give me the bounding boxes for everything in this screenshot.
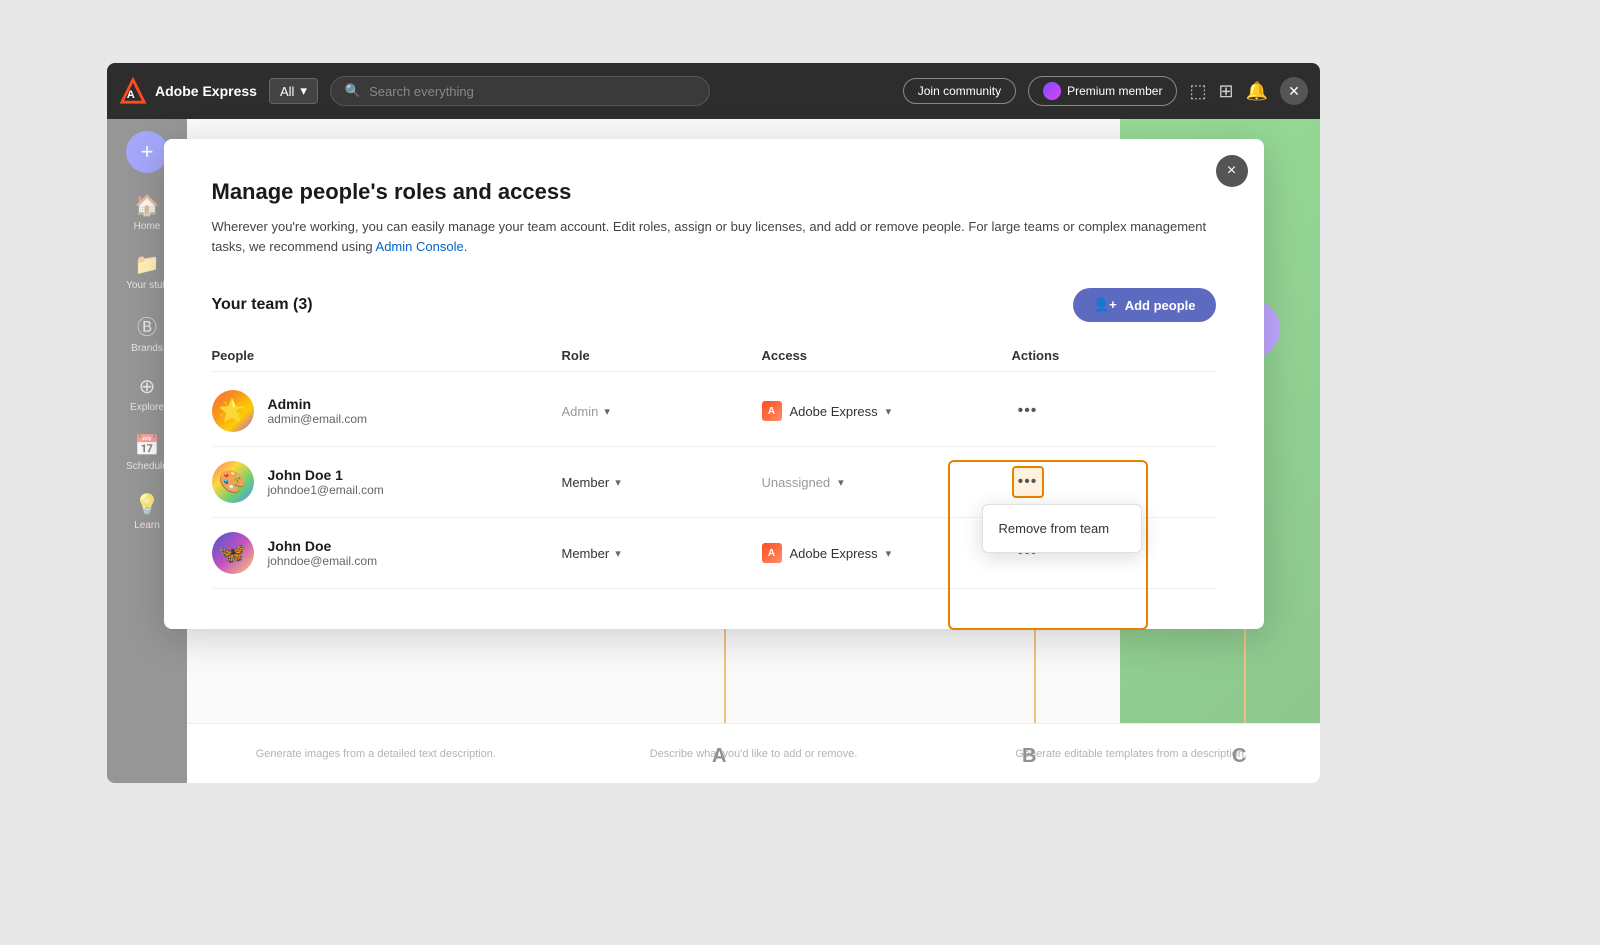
table-header: People Role Access Actions	[212, 342, 1216, 372]
more-options-button[interactable]: •••	[1012, 395, 1044, 427]
role-cell-admin: Admin ▾	[562, 404, 762, 419]
modal-description: Wherever you're working, you can easily …	[212, 217, 1216, 256]
adobe-logo-icon: A	[119, 77, 147, 105]
chevron-down-icon[interactable]: ▾	[615, 547, 621, 560]
chevron-down-icon[interactable]: ▾	[604, 405, 610, 418]
person-name: John Doe	[268, 538, 378, 554]
person-email: johndoe@email.com	[268, 554, 378, 568]
header-right: Join community Premium member ⬚ ⊞ 🔔 ✕	[903, 76, 1308, 106]
team-header: Your team (3) 👤+ Add people	[212, 288, 1216, 322]
unassigned-text: Unassigned	[762, 475, 831, 490]
person-cell-john-doe: 🦋 John Doe johndoe@email.com	[212, 532, 562, 574]
modal-overlay: × Manage people's roles and access Where…	[107, 119, 1320, 783]
table-row: 🎨 John Doe 1 johndoe1@email.com Member ▾…	[212, 447, 1216, 518]
cast-icon[interactable]: ⬚	[1189, 81, 1206, 102]
add-people-button[interactable]: 👤+ Add people	[1073, 288, 1216, 322]
more-options-button[interactable]: •••	[1012, 466, 1044, 498]
role-text: Member	[562, 475, 610, 490]
filter-dropdown[interactable]: All ▾	[269, 78, 318, 104]
search-bar[interactable]: 🔍 Search everything	[330, 76, 710, 106]
access-cell-john-doe-1: Unassigned ▾	[762, 475, 1012, 490]
access-cell-admin: A Adobe Express ▾	[762, 401, 1012, 421]
avatar: 🎨	[212, 461, 254, 503]
notifications-icon[interactable]: 🔔	[1246, 81, 1268, 102]
person-info-john-doe-1: John Doe 1 johndoe1@email.com	[268, 467, 384, 497]
avatar: 🦋	[212, 532, 254, 574]
app-header: A Adobe Express All ▾ 🔍 Search everythin…	[107, 63, 1320, 119]
close-x: ✕	[1288, 83, 1300, 100]
chevron-down-icon: ▾	[300, 83, 307, 99]
app-logo: A Adobe Express	[119, 77, 257, 105]
person-info-john-doe: John Doe johndoe@email.com	[268, 538, 378, 568]
premium-member-button[interactable]: Premium member	[1028, 76, 1177, 106]
role-cell-john-doe-1: Member ▾	[562, 475, 762, 490]
col-actions: Actions	[1012, 348, 1132, 363]
person-email: admin@email.com	[268, 412, 368, 426]
table-row: 🌟 Admin admin@email.com Admin ▾ A Adobe …	[212, 376, 1216, 447]
adobe-express-logo-icon: A	[762, 401, 782, 421]
join-community-button[interactable]: Join community	[903, 78, 1016, 104]
close-x-icon: ×	[1227, 162, 1236, 180]
search-icon: 🔍	[345, 83, 361, 99]
adobe-express-logo-icon: A	[762, 543, 782, 563]
team-title: Your team (3)	[212, 296, 313, 314]
col-people: People	[212, 348, 562, 363]
manage-roles-modal: × Manage people's roles and access Where…	[164, 139, 1264, 629]
chevron-down-icon[interactable]: ▾	[838, 476, 844, 489]
access-text: Adobe Express	[790, 546, 878, 561]
col-access: Access	[762, 348, 1012, 363]
admin-console-link[interactable]: Admin Console	[376, 239, 464, 254]
chevron-down-icon[interactable]: ▾	[886, 405, 892, 418]
role-cell-john-doe: Member ▾	[562, 546, 762, 561]
actions-cell-admin: •••	[1012, 395, 1132, 427]
apps-icon[interactable]: ⊞	[1218, 81, 1233, 102]
add-person-icon: 👤+	[1093, 297, 1117, 313]
avatar: 🌟	[212, 390, 254, 432]
close-icon[interactable]: ✕	[1280, 77, 1308, 105]
person-info-admin: Admin admin@email.com	[268, 396, 368, 426]
chevron-down-icon[interactable]: ▾	[886, 547, 892, 560]
col-role: Role	[562, 348, 762, 363]
app-name: Adobe Express	[155, 83, 257, 99]
chevron-down-icon[interactable]: ▾	[615, 476, 621, 489]
person-name: Admin	[268, 396, 368, 412]
actions-cell-john-doe-1[interactable]: ••• Remove from team	[1012, 466, 1132, 498]
premium-icon	[1043, 82, 1061, 100]
browser-window: A Adobe Express All ▾ 🔍 Search everythin…	[107, 63, 1320, 783]
role-text: Admin	[562, 404, 599, 419]
person-name: John Doe 1	[268, 467, 384, 483]
person-cell-john-doe-1: 🎨 John Doe 1 johndoe1@email.com	[212, 461, 562, 503]
modal-title: Manage people's roles and access	[212, 179, 1216, 205]
access-cell-john-doe: A Adobe Express ▾	[762, 543, 1012, 563]
actions-dropdown: Remove from team	[982, 504, 1142, 553]
access-text: Adobe Express	[790, 404, 878, 419]
person-email: johndoe1@email.com	[268, 483, 384, 497]
remove-from-team-option[interactable]: Remove from team	[983, 511, 1141, 546]
modal-close-button[interactable]: ×	[1216, 155, 1248, 187]
svg-text:A: A	[127, 89, 135, 101]
person-cell-admin: 🌟 Admin admin@email.com	[212, 390, 562, 432]
role-text: Member	[562, 546, 610, 561]
